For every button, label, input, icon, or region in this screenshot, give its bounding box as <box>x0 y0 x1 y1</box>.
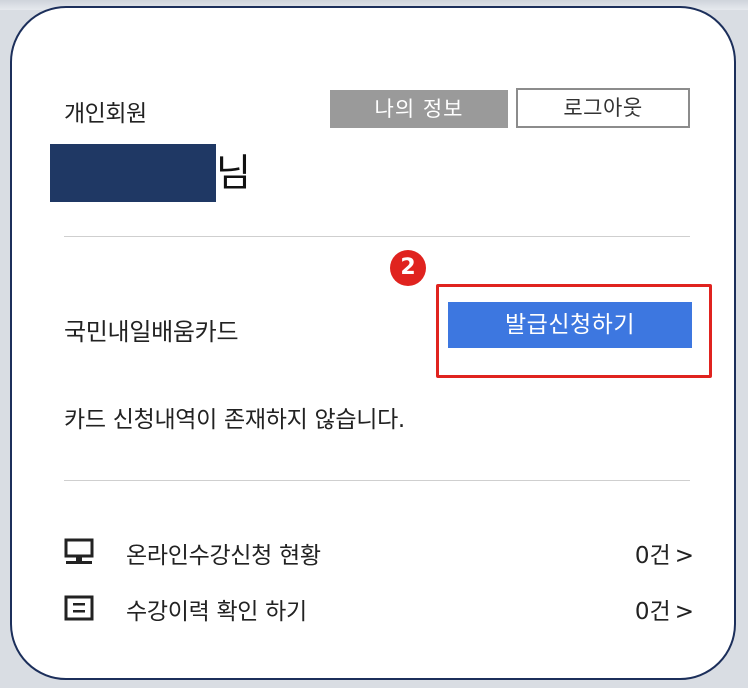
name-honorific: 님 <box>216 151 251 195</box>
chevron-right-icon: > <box>674 599 694 625</box>
count-value: 0건 <box>634 543 671 569</box>
card-status-text: 카드 신청내역이 존재하지 않습니다. <box>64 407 405 433</box>
list-item-count[interactable]: 0건 > <box>635 592 694 626</box>
member-info-card: 개인회원 나의 정보 로그아웃 님 국민내일배움카드 2 발급신청하기 카드 신… <box>10 6 736 680</box>
user-name-redacted <box>50 144 216 202</box>
monitor-icon <box>64 538 94 564</box>
apply-card-button[interactable]: 발급신청하기 <box>448 302 692 348</box>
list-item-online-enrollment[interactable]: 온라인수강신청 현황 0건 > <box>64 532 694 572</box>
step-number-badge: 2 <box>390 250 426 286</box>
list-item-label: 수강이력 확인 하기 <box>126 599 307 625</box>
my-info-button[interactable]: 나의 정보 <box>330 90 508 128</box>
card-name-label: 국민내일배움카드 <box>64 318 239 346</box>
list-item-label: 온라인수강신청 현황 <box>126 543 321 569</box>
list-box-icon <box>64 595 94 621</box>
list-item-count[interactable]: 0건 > <box>635 536 694 570</box>
list-item-course-history[interactable]: 수강이력 확인 하기 0건 > <box>64 588 694 628</box>
logout-button[interactable]: 로그아웃 <box>516 88 690 128</box>
member-type-label: 개인회원 <box>64 101 147 127</box>
divider <box>64 480 690 481</box>
count-value: 0건 <box>634 599 671 625</box>
chevron-right-icon: > <box>674 543 694 569</box>
divider <box>64 236 690 237</box>
